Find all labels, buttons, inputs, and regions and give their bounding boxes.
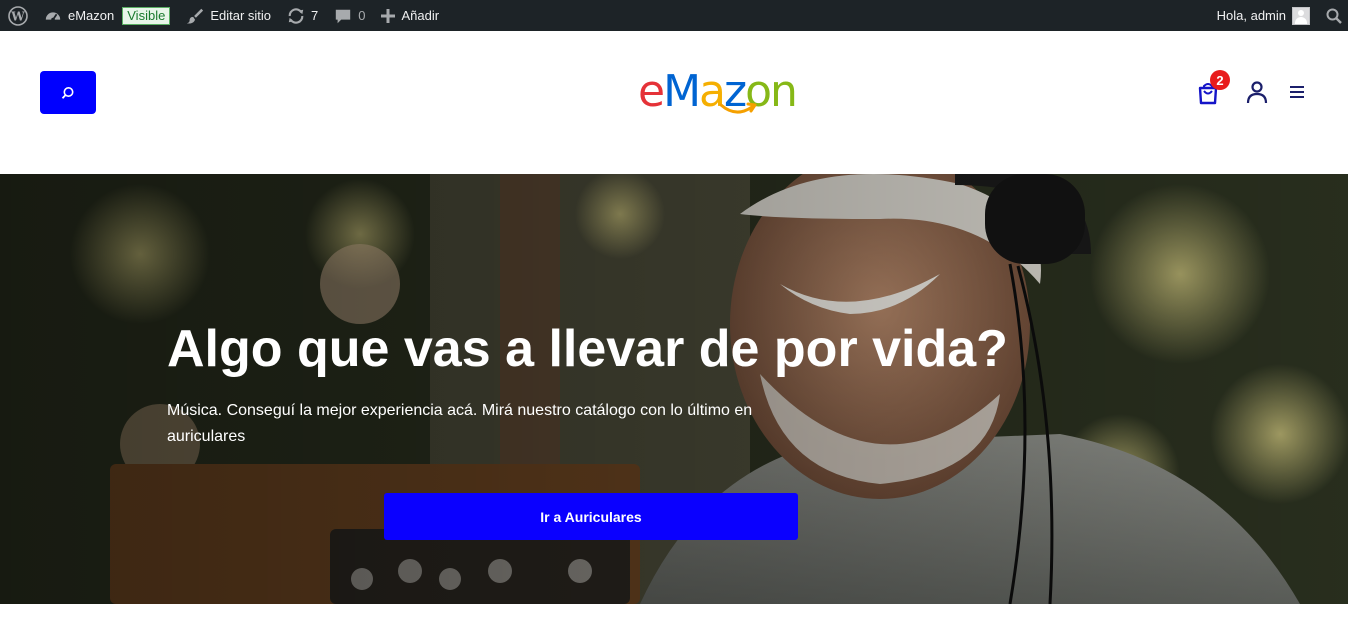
svg-text:W: W (10, 9, 25, 23)
updates-icon (288, 7, 304, 24)
cart-count-badge: 2 (1210, 70, 1230, 90)
comments-count: 0 (358, 8, 366, 23)
logo-letter: e (638, 66, 665, 117)
comments-link[interactable]: 0 (326, 0, 373, 31)
admin-bar: W eMazon Visible Editar sitio 7 0 Añadir… (0, 0, 1348, 31)
hero-banner: Algo que vas a llevar de por vida? Músic… (0, 174, 1348, 604)
logo-letter: M (663, 66, 701, 117)
site-header: eMazon 2 (0, 31, 1348, 174)
my-account-link[interactable]: Hola, admin (1209, 0, 1318, 31)
plus-icon (381, 8, 396, 23)
admin-search-button[interactable] (1318, 0, 1348, 31)
search-icon (61, 86, 74, 99)
hero-title: Algo que vas a llevar de por vida? (167, 320, 1008, 378)
hero-subtitle: Música. Conseguí la mejor experiencia ac… (167, 402, 753, 445)
visibility-badge-item[interactable]: Visible (122, 0, 178, 31)
avatar (1292, 6, 1310, 25)
user-icon (1246, 81, 1268, 104)
account-button[interactable] (1244, 79, 1270, 105)
updates-link[interactable]: 7 (279, 0, 326, 31)
brush-icon (187, 8, 204, 24)
go-to-headphones-button[interactable]: Ir a Auriculares (384, 493, 798, 540)
visibility-badge: Visible (122, 6, 171, 25)
logo-smile-icon (719, 102, 757, 114)
site-logo[interactable]: eMazon (638, 64, 813, 120)
admin-site-link[interactable]: eMazon (36, 0, 122, 31)
add-new-label: Añadir (401, 8, 440, 23)
search-button[interactable] (40, 71, 96, 114)
greeting-text: Hola, admin (1216, 8, 1286, 23)
updates-count: 7 (311, 8, 319, 23)
search-icon (1326, 8, 1342, 24)
cart-button[interactable]: 2 (1196, 70, 1230, 107)
menu-icon (1290, 86, 1304, 98)
wordpress-logo-icon[interactable]: W (0, 0, 36, 31)
dashboard-icon (45, 11, 61, 21)
edit-site-label: Editar sitio (210, 8, 272, 23)
comment-icon (336, 9, 351, 23)
menu-button[interactable] (1288, 79, 1306, 105)
add-new-link[interactable]: Añadir (373, 0, 447, 31)
logo-letter: n (770, 66, 798, 117)
site-name: eMazon (68, 8, 115, 23)
edit-site-link[interactable]: Editar sitio (178, 0, 279, 31)
